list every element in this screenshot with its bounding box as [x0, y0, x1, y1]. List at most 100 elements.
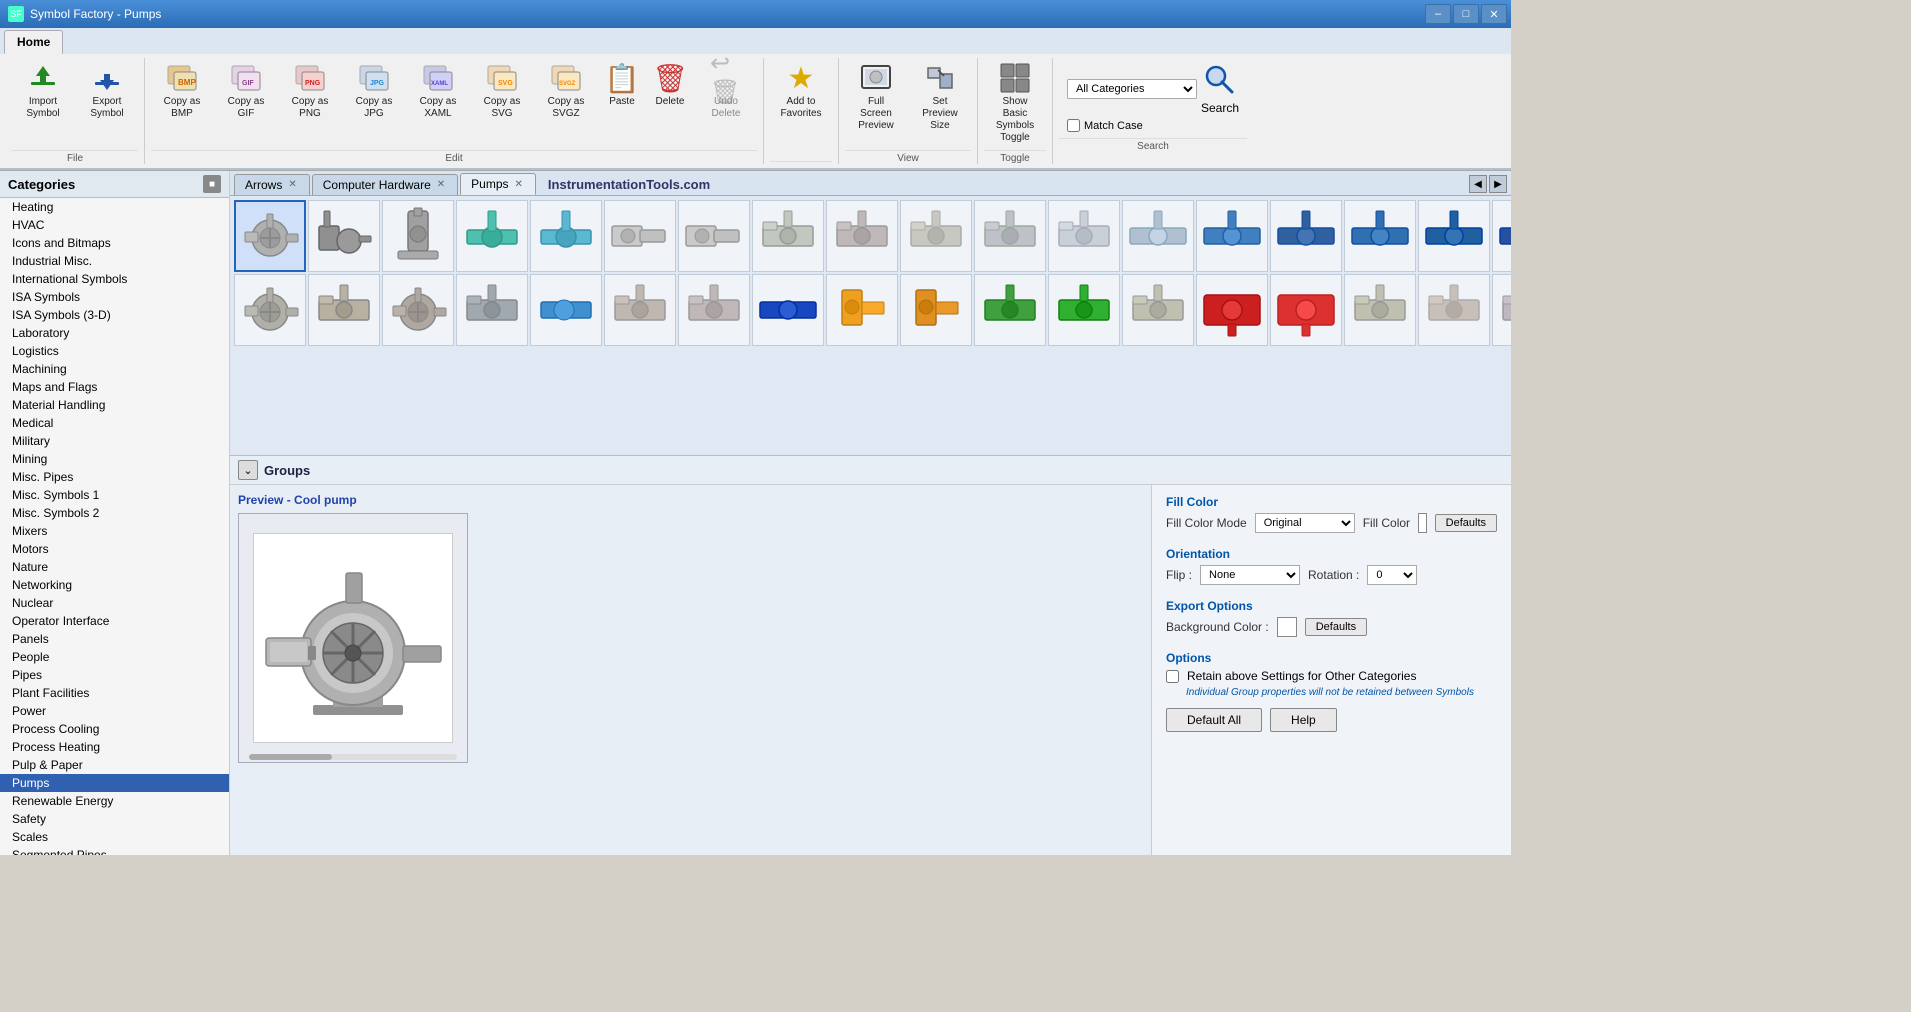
sidebar-item-mixers[interactable]: Mixers	[0, 522, 229, 540]
sidebar-item-misc--symbols-2[interactable]: Misc. Symbols 2	[0, 504, 229, 522]
import-symbol-button[interactable]: Import Symbol	[12, 58, 74, 124]
sidebar-item-renewable-energy[interactable]: Renewable Energy	[0, 792, 229, 810]
sidebar-item-military[interactable]: Military	[0, 432, 229, 450]
sidebar-item-safety[interactable]: Safety	[0, 810, 229, 828]
copy-jpg-button[interactable]: JPG Copy as JPG	[343, 58, 405, 124]
sidebar-item-maps-and-flags[interactable]: Maps and Flags	[0, 378, 229, 396]
sidebar-item-industrial-misc-[interactable]: Industrial Misc.	[0, 252, 229, 270]
tab-pumps[interactable]: Pumps ✕	[460, 173, 536, 195]
symbol-cell-2-7[interactable]	[752, 274, 824, 346]
copy-gif-button[interactable]: GIF Copy as GIF	[215, 58, 277, 124]
sidebar-item-process-cooling[interactable]: Process Cooling	[0, 720, 229, 738]
set-preview-size-button[interactable]: Set Preview Size	[909, 58, 971, 136]
add-favorites-button[interactable]: ★ Add to Favorites	[770, 58, 832, 124]
symbol-cell-2-1[interactable]	[308, 274, 380, 346]
symbol-cell-1-14[interactable]	[1270, 200, 1342, 272]
tab-nav-left[interactable]: ◀	[1469, 175, 1487, 193]
sidebar-item-misc--pipes[interactable]: Misc. Pipes	[0, 468, 229, 486]
symbol-cell-1-0[interactable]	[234, 200, 306, 272]
symbol-cell-2-5[interactable]	[604, 274, 676, 346]
tab-arrows-close[interactable]: ✕	[286, 179, 298, 190]
sidebar-item-material-handling[interactable]: Material Handling	[0, 396, 229, 414]
symbol-cell-2-16[interactable]	[1418, 274, 1490, 346]
sidebar-item-misc--symbols-1[interactable]: Misc. Symbols 1	[0, 486, 229, 504]
sidebar-item-pumps[interactable]: Pumps	[0, 774, 229, 792]
tab-home[interactable]: Home	[4, 30, 63, 54]
symbol-cell-1-12[interactable]	[1122, 200, 1194, 272]
symbol-cell-1-17[interactable]	[1492, 200, 1511, 272]
sidebar-toggle[interactable]: ■	[203, 175, 221, 193]
sidebar-item-panels[interactable]: Panels	[0, 630, 229, 648]
paste-button[interactable]: 📋 Paste	[599, 58, 645, 112]
sidebar-item-operator-interface[interactable]: Operator Interface	[0, 612, 229, 630]
category-dropdown[interactable]: All Categories Arrows Computer Hardware …	[1067, 79, 1197, 99]
sidebar-item-pulp---paper[interactable]: Pulp & Paper	[0, 756, 229, 774]
sidebar-item-nature[interactable]: Nature	[0, 558, 229, 576]
sidebar-item-pipes[interactable]: Pipes	[0, 666, 229, 684]
sidebar-item-laboratory[interactable]: Laboratory	[0, 324, 229, 342]
symbol-cell-2-9[interactable]	[900, 274, 972, 346]
sidebar-item-international-symbols[interactable]: International Symbols	[0, 270, 229, 288]
tab-nav-right[interactable]: ▶	[1489, 175, 1507, 193]
preview-title[interactable]: Preview - Cool pump	[238, 493, 1143, 507]
symbol-cell-1-2[interactable]	[382, 200, 454, 272]
symbol-cell-2-15[interactable]	[1344, 274, 1416, 346]
tab-pumps-close[interactable]: ✕	[513, 179, 525, 190]
help-btn[interactable]: Help	[1270, 708, 1337, 732]
fill-color-swatch[interactable]	[1418, 513, 1427, 533]
sidebar-item-segmented-pipes[interactable]: Segmented Pipes	[0, 846, 229, 855]
symbol-cell-2-10[interactable]	[974, 274, 1046, 346]
symbol-cell-1-9[interactable]	[900, 200, 972, 272]
symbol-cell-2-2[interactable]	[382, 274, 454, 346]
sidebar-item-icons-and-bitmaps[interactable]: Icons and Bitmaps	[0, 234, 229, 252]
copy-svg-button[interactable]: SVG Copy as SVG	[471, 58, 533, 124]
symbol-cell-2-0[interactable]	[234, 274, 306, 346]
fill-color-defaults-btn[interactable]: Defaults	[1435, 514, 1497, 532]
symbol-cell-2-13[interactable]	[1196, 274, 1268, 346]
symbol-cell-2-12[interactable]	[1122, 274, 1194, 346]
groups-toggle[interactable]: ⌄	[238, 460, 258, 480]
sidebar-item-mining[interactable]: Mining	[0, 450, 229, 468]
symbol-cell-1-16[interactable]	[1418, 200, 1490, 272]
sidebar-item-logistics[interactable]: Logistics	[0, 342, 229, 360]
tab-computer-hardware-close[interactable]: ✕	[435, 179, 447, 190]
close-button[interactable]: ✕	[1481, 4, 1507, 24]
export-defaults-btn[interactable]: Defaults	[1305, 618, 1367, 636]
retain-checkbox[interactable]	[1166, 670, 1179, 683]
symbol-cell-1-13[interactable]	[1196, 200, 1268, 272]
symbol-cell-2-6[interactable]	[678, 274, 750, 346]
symbol-cell-1-3[interactable]	[456, 200, 528, 272]
sidebar-item-power[interactable]: Power	[0, 702, 229, 720]
symbol-cell-2-3[interactable]	[456, 274, 528, 346]
symbol-cell-2-11[interactable]	[1048, 274, 1120, 346]
match-case-checkbox[interactable]	[1067, 119, 1080, 132]
copy-svgz-button[interactable]: SVGZ Copy as SVGZ	[535, 58, 597, 124]
symbol-cell-1-4[interactable]	[530, 200, 602, 272]
symbol-cell-1-15[interactable]	[1344, 200, 1416, 272]
copy-png-button[interactable]: PNG Copy as PNG	[279, 58, 341, 124]
sidebar-item-medical[interactable]: Medical	[0, 414, 229, 432]
symbol-cell-1-7[interactable]	[752, 200, 824, 272]
symbol-cell-1-8[interactable]	[826, 200, 898, 272]
sidebar-item-people[interactable]: People	[0, 648, 229, 666]
bg-color-swatch[interactable]	[1277, 617, 1297, 637]
sidebar-item-plant-facilities[interactable]: Plant Facilities	[0, 684, 229, 702]
symbol-cell-2-8[interactable]	[826, 274, 898, 346]
sidebar-item-networking[interactable]: Networking	[0, 576, 229, 594]
delete-button[interactable]: 🗑 Delete	[647, 58, 693, 112]
copy-xaml-button[interactable]: XAML Copy as XAML	[407, 58, 469, 124]
sidebar-item-nuclear[interactable]: Nuclear	[0, 594, 229, 612]
sidebar-item-process-heating[interactable]: Process Heating	[0, 738, 229, 756]
symbol-cell-1-1[interactable]	[308, 200, 380, 272]
symbol-cell-2-4[interactable]	[530, 274, 602, 346]
sidebar-item-heating[interactable]: Heating	[0, 198, 229, 216]
rotation-select[interactable]: 0 90 180 270	[1367, 565, 1417, 585]
sidebar-item-scales[interactable]: Scales	[0, 828, 229, 846]
search-button[interactable]: Search	[1201, 62, 1239, 115]
symbol-cell-1-6[interactable]	[678, 200, 750, 272]
show-basic-symbols-button[interactable]: Show Basic Symbols Toggle	[984, 58, 1046, 148]
fullscreen-preview-button[interactable]: Full Screen Preview	[845, 58, 907, 136]
symbol-cell-2-14[interactable]	[1270, 274, 1342, 346]
export-symbol-button[interactable]: Export Symbol	[76, 58, 138, 124]
tab-arrows[interactable]: Arrows ✕	[234, 174, 310, 195]
